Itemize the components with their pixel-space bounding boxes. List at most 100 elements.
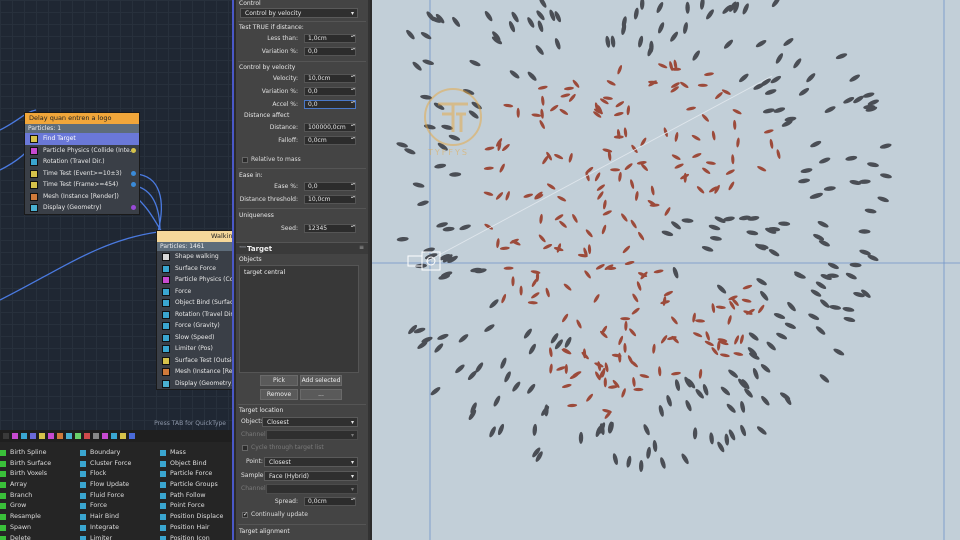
- target-rollout-header[interactable]: ➖ Target ≡: [236, 242, 368, 254]
- palette-operator[interactable]: Position Hair: [160, 523, 223, 534]
- rollout-menu-icon[interactable]: ≡: [359, 244, 364, 251]
- palette-operator[interactable]: Position Displace: [160, 512, 223, 523]
- palette-operator[interactable]: Delete: [0, 534, 51, 540]
- operator-row[interactable]: Display (Geometry): [25, 202, 139, 214]
- operator-row[interactable]: Display (Geometry): [157, 378, 232, 390]
- operator-row[interactable]: Limiter (Pos): [157, 343, 232, 355]
- palette-operator[interactable]: Branch: [0, 491, 51, 502]
- checkbox-box[interactable]: [242, 445, 248, 451]
- cycle-target-checkbox[interactable]: Cycle through target list: [242, 444, 324, 452]
- output-connector[interactable]: [131, 170, 136, 176]
- palette-operator[interactable]: Mass: [160, 448, 223, 459]
- channel-dropdown[interactable]: [266, 484, 358, 494]
- palette-operator[interactable]: Resample: [0, 512, 51, 523]
- category-filter-button[interactable]: [93, 433, 99, 439]
- category-filter-button[interactable]: [39, 433, 45, 439]
- collapse-toggle-icon[interactable]: ➖: [239, 244, 246, 251]
- palette-toolbar[interactable]: [0, 430, 232, 442]
- category-filter-button[interactable]: [111, 433, 117, 439]
- control-dropdown[interactable]: Control by velocity: [240, 8, 358, 18]
- category-filter-button[interactable]: [3, 433, 9, 439]
- ease-spinner[interactable]: 0,0: [304, 182, 356, 191]
- event-node-delay[interactable]: Delay quan entren a logo Particles: 1 Fi…: [24, 112, 140, 215]
- operator-row[interactable]: Shape walking: [157, 251, 232, 263]
- spread-spinner[interactable]: 0,0cm: [304, 497, 356, 506]
- palette-operator[interactable]: Integrate: [80, 523, 131, 534]
- palette-operator[interactable]: Limiter: [80, 534, 131, 540]
- category-filter-button[interactable]: [30, 433, 36, 439]
- operator-row[interactable]: Mesh (Instance [Rend: [157, 366, 232, 378]
- pick-button[interactable]: Pick: [260, 375, 298, 386]
- add-selected-button[interactable]: Add selected: [300, 375, 342, 386]
- palette-operator[interactable]: Grow: [0, 501, 51, 512]
- palette-operator[interactable]: Spawn: [0, 523, 51, 534]
- channel-dropdown[interactable]: [266, 430, 358, 440]
- palette-operator[interactable]: Flow Update: [80, 480, 131, 491]
- variation-spinner[interactable]: 0,0: [304, 87, 356, 96]
- category-filter-button[interactable]: [84, 433, 90, 439]
- less-than-spinner[interactable]: 1,0cm: [304, 34, 356, 43]
- category-filter-button[interactable]: [21, 433, 27, 439]
- category-filter-button[interactable]: [57, 433, 63, 439]
- operator-row[interactable]: Force: [157, 286, 232, 298]
- palette-operator[interactable]: Birth Voxels: [0, 469, 51, 480]
- accel-spinner[interactable]: 0,0: [304, 100, 356, 109]
- operator-row[interactable]: Surface Test (Outside: [157, 355, 232, 367]
- operator-row[interactable]: Rotation (Travel Dir.): [25, 156, 139, 168]
- falloff-spinner[interactable]: 0,0cm: [304, 136, 356, 145]
- parameters-panel[interactable]: Control Control by velocity Test TRUE if…: [236, 0, 370, 540]
- operator-row[interactable]: Surface Force: [157, 263, 232, 275]
- palette-operator[interactable]: Object Bind: [160, 459, 223, 470]
- checkbox-box[interactable]: [242, 157, 248, 163]
- operator-row[interactable]: Time Test (Event>=10±3): [25, 168, 139, 180]
- category-filter-button[interactable]: [66, 433, 72, 439]
- operator-row[interactable]: Time Test (Frame>=454): [25, 179, 139, 191]
- continually-update-checkbox[interactable]: Continually update: [242, 511, 308, 519]
- operator-row[interactable]: Mesh (Instance [Render]): [25, 191, 139, 203]
- event-node-title[interactable]: Delay quan entren a logo: [25, 113, 139, 124]
- distance-threshold-spinner[interactable]: 10,0cm: [304, 195, 356, 204]
- operator-row[interactable]: Particle Physics (Col...: [157, 274, 232, 286]
- operator-row[interactable]: Rotation (Travel Dir.): [157, 309, 232, 321]
- checkbox-box[interactable]: [242, 511, 248, 519]
- palette-operator[interactable]: Force: [80, 501, 131, 512]
- remove-button[interactable]: Remove: [260, 389, 298, 400]
- objects-list-item[interactable]: target central: [240, 266, 358, 279]
- sample-dropdown[interactable]: Face (Hybrid): [264, 471, 358, 481]
- velocity-spinner[interactable]: 10,0cm: [304, 74, 356, 83]
- seed-spinner[interactable]: 12345: [304, 224, 356, 233]
- category-filter-button[interactable]: [75, 433, 81, 439]
- category-filter-button[interactable]: [48, 433, 54, 439]
- 3d-viewport[interactable]: TYFFYS: [372, 0, 960, 540]
- output-connector[interactable]: [131, 182, 136, 187]
- category-filter-button[interactable]: [102, 433, 108, 439]
- palette-operator[interactable]: Particle Groups: [160, 480, 223, 491]
- node-editor[interactable]: Delay quan entren a logo Particles: 1 Fi…: [0, 0, 234, 430]
- more-button[interactable]: ...: [300, 389, 342, 400]
- palette-operator[interactable]: Flock: [80, 469, 131, 480]
- palette-operator[interactable]: Particle Force: [160, 469, 223, 480]
- object-dropdown[interactable]: Closest: [262, 417, 358, 427]
- operator-row[interactable]: Particle Physics (Collide (Inte...: [25, 145, 139, 157]
- operator-row[interactable]: Force (Gravity): [157, 320, 232, 332]
- palette-operator[interactable]: Hair Bind: [80, 512, 131, 523]
- palette-operator[interactable]: Cluster Force: [80, 459, 131, 470]
- point-dropdown[interactable]: Closest: [264, 457, 358, 467]
- category-filter-button[interactable]: [120, 433, 126, 439]
- palette-operator[interactable]: Path Follow: [160, 491, 223, 502]
- category-filter-button[interactable]: [129, 433, 135, 439]
- operator-row[interactable]: Slow (Speed): [157, 332, 232, 344]
- palette-operator[interactable]: Boundary: [80, 448, 131, 459]
- palette-operator[interactable]: Array: [0, 480, 51, 491]
- event-node-title[interactable]: Walkin: [157, 231, 232, 242]
- output-connector[interactable]: [131, 147, 136, 153]
- palette-operator[interactable]: Position Icon: [160, 534, 223, 540]
- distance-spinner[interactable]: 100000,0cm: [304, 123, 356, 132]
- category-filter-button[interactable]: [12, 433, 18, 439]
- operator-palette[interactable]: Birth Spline Birth Surface Birth Voxels Arr…: [0, 430, 234, 540]
- output-connector[interactable]: [131, 205, 136, 210]
- palette-operator[interactable]: Birth Surface: [0, 459, 51, 470]
- operator-row[interactable]: Find Target: [25, 133, 139, 145]
- event-node-walking[interactable]: Walkin Particles: 1461 Shape walking Surf…: [156, 230, 232, 390]
- variation-spinner[interactable]: 0,0: [304, 47, 356, 56]
